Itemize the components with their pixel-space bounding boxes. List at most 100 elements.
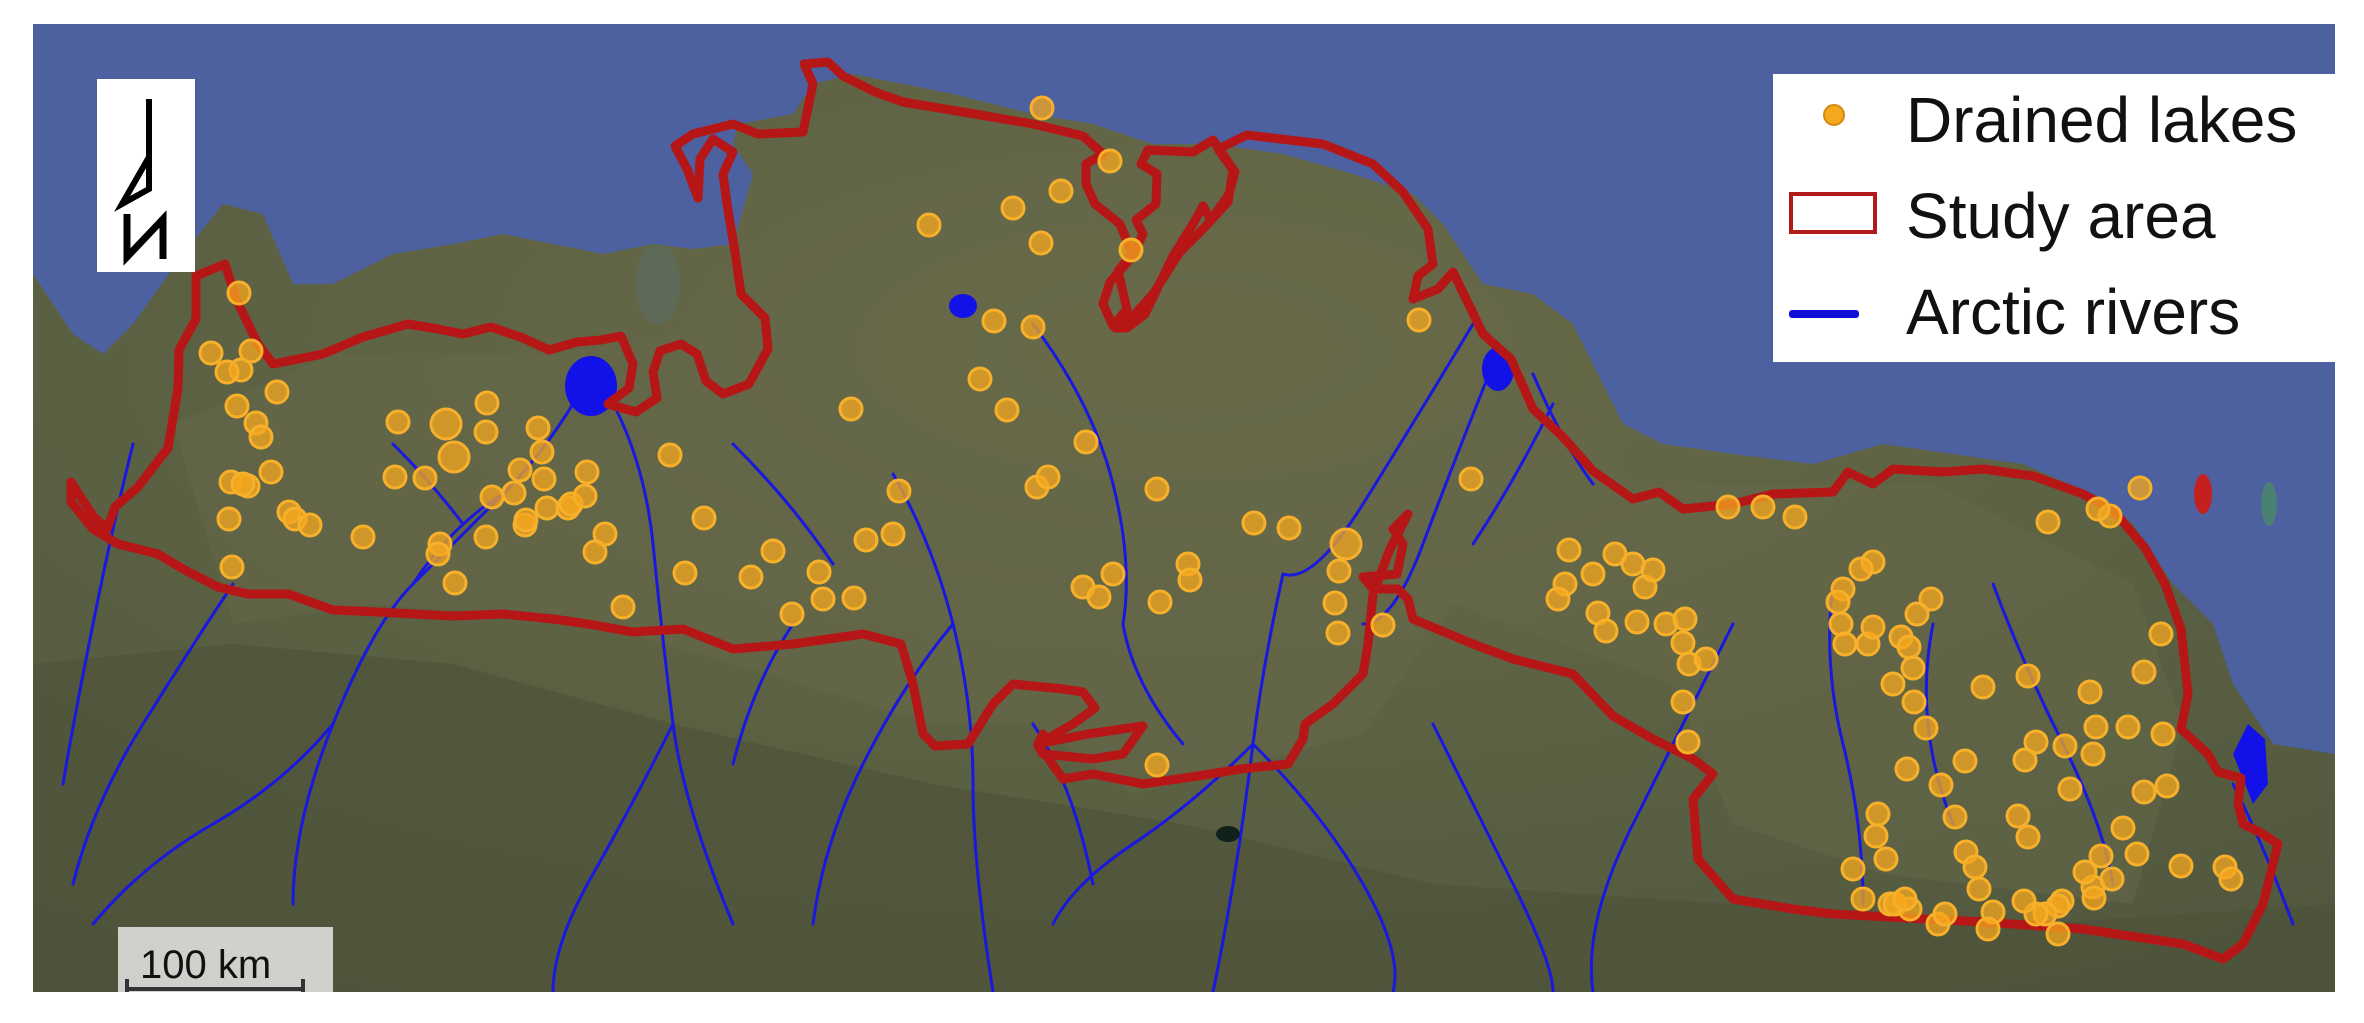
drained-lake-marker xyxy=(2110,815,2136,841)
river-line-symbol-icon xyxy=(1789,310,1859,318)
scale-bar-label: 100 km xyxy=(140,943,272,987)
drained-lake-marker xyxy=(2088,843,2114,869)
drained-lake-marker xyxy=(1144,752,1170,778)
drained-lake-marker xyxy=(429,407,463,441)
drained-lake-marker xyxy=(382,464,408,490)
legend-label: Arctic rivers xyxy=(1906,276,2241,348)
drained-lake-marker xyxy=(1860,614,1886,640)
drained-lake-marker xyxy=(1840,856,1866,882)
drained-lake-marker xyxy=(350,524,376,550)
drained-lake-marker xyxy=(1952,748,1978,774)
drained-lake-marker xyxy=(1556,537,1582,563)
drained-lake-marker xyxy=(738,564,764,590)
drained-lake-marker xyxy=(672,560,698,586)
drained-lake-marker xyxy=(2057,776,2083,802)
drained-lake-marker xyxy=(385,409,411,435)
drained-lake-marker xyxy=(1966,876,1992,902)
drained-lake-marker xyxy=(1580,561,1606,587)
drained-lake-marker xyxy=(810,586,836,612)
drained-lake-marker xyxy=(2218,866,2244,892)
drained-lake-marker xyxy=(657,442,683,468)
drained-lake-marker xyxy=(1144,476,1170,502)
drained-lake-marker xyxy=(1904,601,1930,627)
drained-lake-marker xyxy=(1928,772,1954,798)
drained-lake-marker xyxy=(981,308,1007,334)
drained-lake-marker xyxy=(582,539,608,565)
drained-lake-marker xyxy=(297,512,323,538)
drained-lake-marker xyxy=(2011,888,2037,914)
drained-lake-marker xyxy=(1029,95,1055,121)
drained-lake-marker xyxy=(2081,885,2107,911)
drained-lake-marker xyxy=(1832,631,1858,657)
drained-lake-marker xyxy=(1670,630,1696,656)
legend: Drained lakes Study area Arctic rivers xyxy=(1773,74,2335,362)
drained-lake-marker xyxy=(1913,715,1939,741)
drained-lake-marker xyxy=(1545,586,1571,612)
drained-lake-marker xyxy=(1782,504,1808,530)
drained-lake-marker xyxy=(1640,557,1666,583)
drained-lake-marker xyxy=(1672,606,1698,632)
drained-lake-marker xyxy=(1086,584,1112,610)
drained-lake-marker xyxy=(1865,801,1891,827)
legend-label: Drained lakes xyxy=(1906,84,2298,156)
drained-lake-marker xyxy=(2150,721,2176,747)
drained-lake-marker xyxy=(1850,886,1876,912)
drained-lake-marker xyxy=(529,439,555,465)
drained-lake-marker xyxy=(1896,634,1922,660)
map-frame: Drained lakes Study area Arctic rivers 1… xyxy=(33,24,2335,992)
study-area-symbol-icon xyxy=(1789,192,1877,234)
scale-bar-tick xyxy=(125,979,129,992)
north-arrow-icon xyxy=(114,99,167,266)
drained-lake-marker xyxy=(572,483,598,509)
drained-lake-symbol-icon xyxy=(1823,104,1845,126)
drained-lake-marker xyxy=(1147,589,1173,615)
drained-lake-marker xyxy=(1942,804,1968,830)
drained-lake-marker xyxy=(1624,609,1650,635)
drained-lake-marker xyxy=(2127,475,2153,501)
drained-lake-marker xyxy=(1177,567,1203,593)
drained-lake-marker xyxy=(841,585,867,611)
drained-lake-marker xyxy=(2083,714,2109,740)
drained-lake-marker xyxy=(1048,178,1074,204)
drained-lake-marker xyxy=(2131,779,2157,805)
drained-lake-marker xyxy=(916,212,942,238)
drained-lake-marker xyxy=(1118,237,1144,263)
scale-bar: 100 km xyxy=(118,927,333,992)
drained-lake-marker xyxy=(2131,659,2157,685)
drained-lake-marker xyxy=(1073,429,1099,455)
drained-lake-marker xyxy=(1962,854,1988,880)
drained-lake-marker xyxy=(1894,756,1920,782)
drained-lake-marker xyxy=(2168,853,2194,879)
drained-lake-marker xyxy=(1326,558,1352,584)
drained-lake-marker xyxy=(1675,729,1701,755)
drained-lake-marker xyxy=(473,524,499,550)
drained-lake-marker xyxy=(574,459,600,485)
drained-lake-marker xyxy=(1750,494,1776,520)
drained-lake-marker xyxy=(1100,561,1126,587)
drained-lake-marker xyxy=(219,554,245,580)
drained-lake-marker xyxy=(691,505,717,531)
drained-lake-marker xyxy=(1028,230,1054,256)
legend-item-study-area: Study area xyxy=(1773,170,2335,266)
drained-lake-marker xyxy=(1848,556,1874,582)
drained-lake-marker xyxy=(2115,714,2141,740)
drained-lake-marker xyxy=(479,484,505,510)
drained-lake-marker xyxy=(880,521,906,547)
drained-lake-marker xyxy=(258,459,284,485)
drained-lake-marker xyxy=(238,338,264,364)
drained-lake-marker xyxy=(1241,510,1267,536)
drained-lake-marker xyxy=(1873,846,1899,872)
drained-lake-marker xyxy=(1693,646,1719,672)
drained-lake-marker xyxy=(1670,689,1696,715)
drained-lake-marker xyxy=(1828,611,1854,637)
drained-lake-marker xyxy=(1276,515,1302,541)
drained-lake-marker xyxy=(886,478,912,504)
drained-lake-marker xyxy=(507,457,533,483)
drained-lake-marker xyxy=(230,471,256,497)
drained-lake-marker xyxy=(2015,824,2041,850)
drained-lake-marker xyxy=(534,495,560,521)
drained-lake-marker xyxy=(248,424,274,450)
drained-lake-marker xyxy=(1406,307,1432,333)
drained-lake-marker xyxy=(2005,803,2031,829)
drained-lake-marker xyxy=(2052,733,2078,759)
